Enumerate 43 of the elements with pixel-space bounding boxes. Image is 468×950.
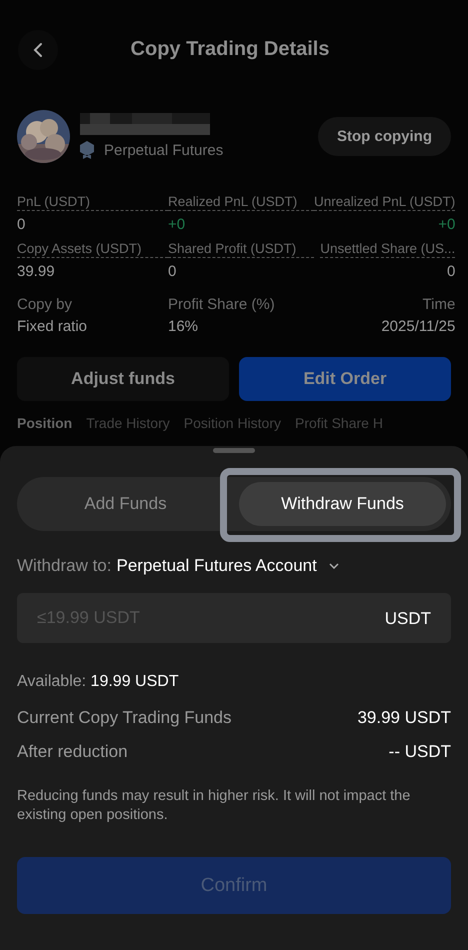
adjust-funds-button[interactable]: Adjust funds (17, 357, 229, 401)
drag-handle[interactable] (213, 448, 255, 453)
stat-label: Realized PnL (USDT) (168, 194, 314, 211)
stat-label: Time (422, 296, 456, 313)
tab[interactable]: Trade History (86, 415, 170, 431)
stat-label: Shared Profit (USDT) (168, 241, 314, 258)
destination-label: Withdraw to: (17, 556, 112, 576)
tab[interactable]: Position (17, 415, 72, 431)
stat-label: PnL (USDT) (17, 194, 168, 211)
tab[interactable]: Position History (184, 415, 282, 431)
stat-label: Unrealized PnL (USDT) (314, 194, 456, 211)
back-button[interactable] (18, 30, 58, 70)
page-title: Copy Trading Details (130, 38, 330, 60)
stat-value: 0 (446, 263, 456, 280)
summary-label: After reduction (17, 742, 128, 762)
destination-dropdown[interactable]: Perpetual Futures Account (116, 556, 339, 576)
stat-value: 0 (168, 263, 178, 280)
chevron-left-icon (33, 42, 43, 58)
unit-label: USDT (384, 609, 431, 629)
stat-value: 16% (168, 318, 200, 335)
account-type: Perpetual Futures (104, 142, 224, 158)
edit-order-button[interactable]: Edit Order (239, 357, 451, 401)
stat-label: Unsettled Share (US... (320, 241, 456, 258)
stop-copying-button[interactable]: Stop copying (318, 116, 451, 156)
stat-value: 39.99 (17, 263, 56, 280)
summary-value: 39.99 USDT (357, 708, 451, 728)
summary-label: Current Copy Trading Funds (17, 708, 232, 728)
stat-value: 2025/11/25 (381, 318, 456, 335)
stat-label: Profit Share (%) (168, 296, 276, 313)
stat-label: Copy Assets (USDT) (17, 241, 168, 258)
chevron-down-icon (328, 563, 339, 569)
stat-value: +0 (438, 216, 456, 233)
summary-value: -- USDT (388, 742, 451, 762)
stat-value: Fixed ratio (17, 318, 88, 335)
mode-tab[interactable]: Add Funds (22, 482, 229, 526)
available-text: Available: 19.99 USDT (17, 673, 180, 691)
mode-tab[interactable]: Withdraw Funds (239, 482, 446, 526)
stat-value: +0 (168, 216, 186, 233)
tab[interactable]: Profit Share H (295, 415, 383, 431)
badge-icon (80, 141, 94, 159)
risk-note: Reducing funds may result in higher risk. It will not impact the existing open positions. (17, 787, 412, 825)
stat-label: Copy by (17, 296, 74, 313)
stat-value: 0 (17, 216, 26, 233)
